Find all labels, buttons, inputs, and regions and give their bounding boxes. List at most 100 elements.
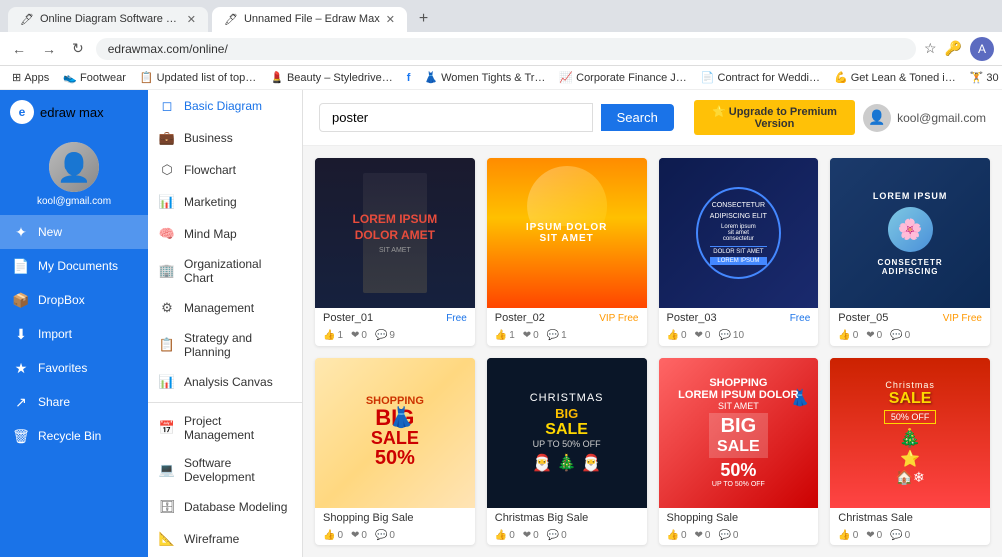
- sidebar-item-new[interactable]: ✦ New: [0, 215, 148, 249]
- refresh-button[interactable]: ↻: [68, 36, 88, 61]
- key-icon: 🔑: [945, 40, 962, 57]
- sidebar-documents-label: My Documents: [38, 259, 118, 273]
- sidebar-import-label: Import: [38, 327, 72, 341]
- poster05-name: Poster_05: [838, 312, 888, 324]
- menu-item-wireframe[interactable]: 📐 Wireframe: [148, 523, 302, 555]
- template-card-shop2[interactable]: SHOPPING LOREM IPSUM DOLOR SIT AMET BIG …: [659, 358, 819, 546]
- shop1-stats: 👍0 ❤0 💬0: [315, 528, 475, 545]
- template-card-xmas2[interactable]: Christmas SALE 50% OFF 🎄 ⭐ 🏠❄ Christmas …: [830, 358, 990, 546]
- lean-bookmark[interactable]: 💪 Get Lean & Toned i…: [830, 69, 960, 86]
- sidebar-new-label: New: [38, 225, 62, 239]
- search-bar: Search ⭐ Upgrade to Premium Version 👤 ko…: [303, 90, 1002, 146]
- search-button[interactable]: Search: [601, 104, 674, 131]
- tab-1[interactable]: 🖊 Online Diagram Software – Edr… ✕: [8, 7, 208, 32]
- bookmarks-bar: ⊞ Apps 👟 Footwear 📋 Updated list of top……: [0, 66, 1002, 90]
- poster02-stats: 👍1 ❤0 💬1: [487, 328, 647, 345]
- back-button[interactable]: ←: [8, 37, 30, 61]
- marketing-icon: 📊: [158, 193, 176, 211]
- poster05-badge: VIP Free: [943, 313, 982, 324]
- tab-2[interactable]: 🖊 Unnamed File – Edraw Max ✕: [212, 7, 407, 32]
- documents-icon: 📄: [12, 257, 30, 275]
- sidebar: e edraw max 👤 kool@gmail.com ✦ New 📄 My …: [0, 90, 148, 557]
- sidebar-item-favorites[interactable]: ★ Favorites: [0, 351, 148, 385]
- menu-item-software-development[interactable]: 💻 Software Development: [148, 449, 302, 491]
- template-card-poster02[interactable]: IPSUM DOLOR SIT AMET Poster_02 VIP Free …: [487, 158, 647, 346]
- corp-finance-bookmark[interactable]: 📈 Corporate Finance J…: [555, 69, 690, 86]
- shop1-thumb: SHOPPING BIG SALE 50% 👗: [315, 358, 475, 508]
- template-card-poster01[interactable]: LOREM IPSUMDOLOR AMET SIT AMET Poster_01…: [315, 158, 475, 346]
- menu-item-business[interactable]: 💼 Business: [148, 122, 302, 154]
- software-dev-label: Software Development: [184, 456, 292, 484]
- forward-button[interactable]: →: [38, 37, 60, 61]
- org-chart-label: Organizational Chart: [184, 257, 292, 285]
- poster02-name: Poster_02: [495, 312, 545, 324]
- top-list-bookmark[interactable]: 📋 Updated list of top…: [136, 69, 260, 86]
- new-tab-button[interactable]: +: [411, 6, 436, 32]
- menu-item-analysis-canvas[interactable]: 📊 Analysis Canvas: [148, 366, 302, 398]
- menu-item-management[interactable]: ⚙ Management: [148, 292, 302, 324]
- template-card-poster05[interactable]: LOREM IPSUM 🌸 CONSECTETR ADIPISCING Post…: [830, 158, 990, 346]
- sidebar-avatar-section: 👤 kool@gmail.com: [0, 134, 148, 215]
- user-avatar-icon: 👤: [863, 104, 891, 132]
- user-menu[interactable]: 👤 kool@gmail.com: [863, 104, 986, 132]
- sidebar-item-share[interactable]: ↗ Share: [0, 385, 148, 419]
- xmas2-thumb: Christmas SALE 50% OFF 🎄 ⭐ 🏠❄: [830, 358, 990, 508]
- share-icon: ↗: [12, 393, 30, 411]
- mind-map-icon: 🧠: [158, 225, 176, 243]
- contract-bookmark[interactable]: 📄 Contract for Weddi…: [697, 69, 824, 86]
- premium-upgrade-button[interactable]: ⭐ Upgrade to Premium Version: [694, 100, 855, 135]
- fitness-bookmark[interactable]: 🏋 30 Day Fitness Chal…: [966, 69, 1002, 86]
- logo-icon: e: [10, 100, 34, 124]
- beauty-bookmark[interactable]: 💄 Beauty – Styledrive…: [266, 69, 396, 86]
- xmas2-info: Christmas Sale: [830, 508, 990, 528]
- tab-2-close[interactable]: ✕: [386, 13, 395, 26]
- avatar[interactable]: 👤: [49, 142, 99, 192]
- template-grid: LOREM IPSUMDOLOR AMET SIT AMET Poster_01…: [303, 146, 1002, 557]
- database-icon: 🗄: [158, 498, 176, 516]
- template-card-poster03[interactable]: CONSECTETURADIPISCING ELIT Lorem ipsumsi…: [659, 158, 819, 346]
- shop1-info: Shopping Big Sale: [315, 508, 475, 528]
- sidebar-item-dropbox[interactable]: 📦 DropBox: [0, 283, 148, 317]
- poster05-hearts: ❤0: [866, 330, 882, 341]
- xmas2-name: Christmas Sale: [838, 512, 913, 524]
- shop1-name: Shopping Big Sale: [323, 512, 414, 524]
- menu-item-database-modeling[interactable]: 🗄 Database Modeling: [148, 491, 302, 523]
- business-icon: 💼: [158, 129, 176, 147]
- menu-item-flowchart[interactable]: ⬡ Flowchart: [148, 154, 302, 186]
- business-label: Business: [184, 131, 233, 145]
- poster02-comments: 💬1: [547, 330, 567, 341]
- sidebar-item-my-documents[interactable]: 📄 My Documents: [0, 249, 148, 283]
- menu-item-strategy-planning[interactable]: 📋 Strategy and Planning: [148, 324, 302, 366]
- tab-1-close[interactable]: ✕: [187, 13, 196, 26]
- poster03-name: Poster_03: [667, 312, 717, 324]
- star-icon[interactable]: ☆: [924, 40, 937, 57]
- sidebar-item-recycle-bin[interactable]: 🗑 Recycle Bin: [0, 419, 148, 453]
- poster03-stats: 👍0 ❤0 💬10: [659, 328, 819, 345]
- menu-item-org-chart[interactable]: 🏢 Organizational Chart: [148, 250, 302, 292]
- address-bar[interactable]: [96, 38, 916, 60]
- menu-item-mind-map[interactable]: 🧠 Mind Map: [148, 218, 302, 250]
- shop2-info: Shopping Sale: [659, 508, 819, 528]
- xmas-stats: 👍0 ❤0 💬0: [487, 528, 647, 545]
- sidebar-item-import[interactable]: ⬇ Import: [0, 317, 148, 351]
- dropbox-icon: 📦: [12, 291, 30, 309]
- flowchart-icon: ⬡: [158, 161, 176, 179]
- basic-diagram-icon: ◻: [158, 97, 176, 115]
- xmas-name: Christmas Big Sale: [495, 512, 589, 524]
- template-card-shop1[interactable]: SHOPPING BIG SALE 50% 👗 Shopping Big Sal…: [315, 358, 475, 546]
- template-card-xmas[interactable]: CHRISTMAS BIG SALE UP TO 50% OFF 🎅 🎄 🎅 C…: [487, 358, 647, 546]
- org-chart-icon: 🏢: [158, 262, 176, 280]
- search-input[interactable]: [319, 103, 593, 132]
- apps-bookmark[interactable]: ⊞ Apps: [8, 69, 53, 86]
- menu-item-project-management[interactable]: 📅 Project Management: [148, 407, 302, 449]
- women-bookmark[interactable]: 👗 Women Tights & Tr…: [420, 69, 549, 86]
- poster02-badge: VIP Free: [599, 313, 638, 324]
- fb-bookmark[interactable]: f: [403, 70, 415, 86]
- user-email-label: kool@gmail.com: [897, 111, 986, 125]
- menu-item-marketing[interactable]: 📊 Marketing: [148, 186, 302, 218]
- footwear-bookmark[interactable]: 👟 Footwear: [59, 69, 130, 86]
- profile-icon[interactable]: A: [970, 37, 994, 61]
- tab-2-label: Unnamed File – Edraw Max: [244, 13, 380, 25]
- poster03-likes: 👍0: [667, 330, 687, 341]
- menu-item-basic-diagram[interactable]: ◻ Basic Diagram: [148, 90, 302, 122]
